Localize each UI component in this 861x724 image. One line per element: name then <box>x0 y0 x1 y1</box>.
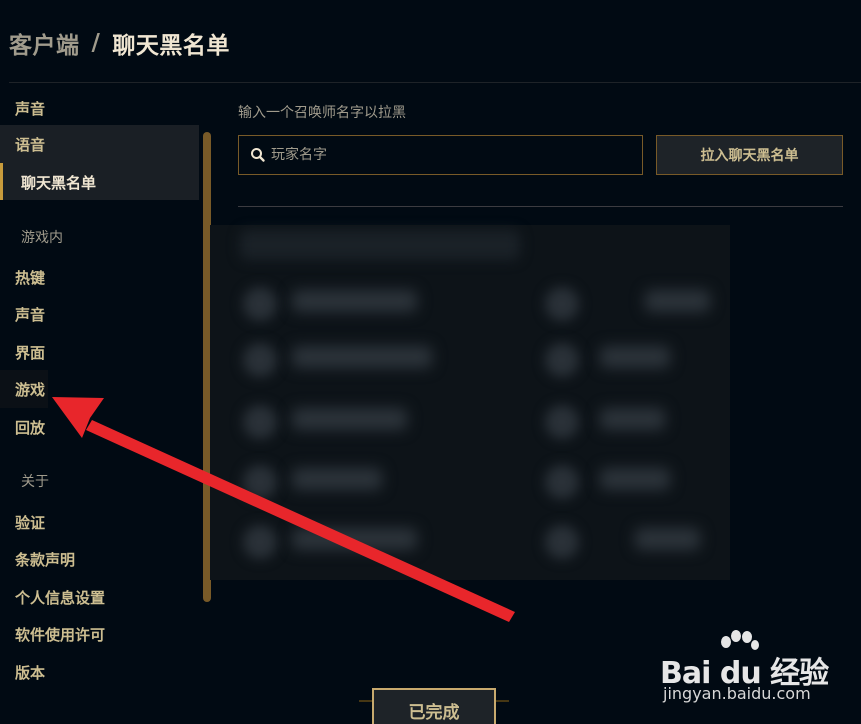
blurred-name <box>600 408 665 430</box>
breadcrumb-separator: / <box>91 30 101 56</box>
sidebar: 声音 语音 聊天黑名单 游戏内 热键 声音 界面 游戏 回放 关于 验证 条款声… <box>0 88 205 708</box>
blurred-avatar <box>545 343 579 377</box>
blurred-name <box>292 290 417 312</box>
blurred-avatar <box>545 525 579 559</box>
sidebar-item-replay[interactable]: 回放 <box>15 417 45 438</box>
blurred-avatar <box>243 287 277 321</box>
nav-selected-indicator <box>0 163 3 200</box>
blurred-avatar <box>545 465 579 499</box>
blurred-name <box>292 346 432 368</box>
blurred-name <box>292 528 417 550</box>
sidebar-section-about: 关于 <box>21 474 49 490</box>
sidebar-item-verification[interactable]: 验证 <box>15 512 45 533</box>
sidebar-item-interface[interactable]: 界面 <box>15 342 45 363</box>
page-title: 聊天黑名单 <box>112 33 230 59</box>
blurred-name <box>600 468 670 490</box>
watermark-url: jingyan.baidu.com <box>663 684 811 703</box>
blurred-avatar <box>243 343 277 377</box>
blurred-avatar <box>243 405 277 439</box>
blurred-avatar <box>545 287 579 321</box>
search-icon <box>251 148 265 162</box>
sidebar-item-chat-blacklist[interactable]: 聊天黑名单 <box>21 172 96 193</box>
blurred-avatar <box>243 465 277 499</box>
page-header: 客户端 / 聊天黑名单 <box>0 0 861 83</box>
baidu-jingyan-watermark: Bai du 经验 jingyan.baidu.com <box>660 630 860 710</box>
breadcrumb: 客户端 / 聊天黑名单 <box>9 26 230 60</box>
sidebar-section-ingame: 游戏内 <box>21 230 63 246</box>
sidebar-item-game[interactable]: 游戏 <box>15 379 45 400</box>
sidebar-item-hotkeys[interactable]: 热键 <box>15 267 45 288</box>
sidebar-item-sound[interactable]: 声音 <box>15 98 45 119</box>
blurred-name <box>292 468 382 490</box>
blacklist-entries-blurred <box>210 225 730 580</box>
header-divider <box>9 82 861 83</box>
sidebar-item-voice[interactable]: 语音 <box>15 134 45 155</box>
add-to-blacklist-button[interactable]: 拉入聊天黑名单 <box>656 135 843 175</box>
blurred-name <box>635 528 700 550</box>
breadcrumb-root[interactable]: 客户端 <box>9 26 80 60</box>
content-divider <box>238 206 843 207</box>
blurred-row <box>240 230 520 260</box>
sidebar-item-terms[interactable]: 条款声明 <box>15 549 75 570</box>
summoner-name-input[interactable] <box>271 147 642 163</box>
blurred-name <box>645 290 710 312</box>
blurred-avatar <box>545 405 579 439</box>
blurred-name <box>600 346 670 368</box>
sidebar-item-privacy-settings[interactable]: 个人信息设置 <box>15 587 105 608</box>
blurred-name <box>292 408 407 430</box>
summoner-search-field[interactable] <box>238 135 643 175</box>
done-button[interactable]: 已完成 <box>372 688 496 724</box>
blurred-avatar <box>243 525 277 559</box>
sidebar-item-software-license[interactable]: 软件使用许可 <box>15 624 105 645</box>
summoner-input-label: 输入一个召唤师名字以拉黑 <box>238 105 406 121</box>
sidebar-item-version[interactable]: 版本 <box>15 662 45 683</box>
sidebar-item-ingame-sound[interactable]: 声音 <box>15 304 45 325</box>
